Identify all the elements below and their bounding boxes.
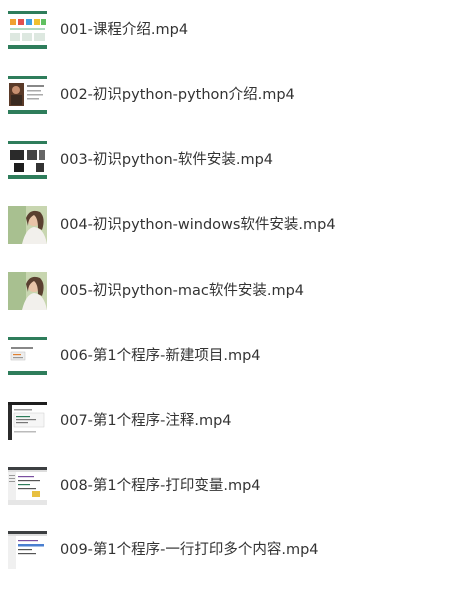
video-thumbnail-slide-green-bar — [8, 337, 47, 375]
file-name: 004-初识python-windows软件安装.mp4 — [60, 217, 336, 233]
file-item-001[interactable]: 001-课程介绍.mp4 — [0, 11, 469, 71]
file-name: 006-第1个程序-新建项目.mp4 — [60, 348, 261, 364]
video-thumbnail-screen-editor-dark — [8, 402, 47, 440]
video-thumbnail-photo-person — [8, 206, 47, 244]
file-item-006[interactable]: 006-第1个程序-新建项目.mp4 — [0, 337, 469, 397]
file-item-002[interactable]: 002-初识python-python介绍.mp4 — [0, 76, 469, 136]
file-item-004[interactable]: 004-初识python-windows软件安装.mp4 — [0, 206, 469, 266]
file-item-007[interactable]: 007-第1个程序-注释.mp4 — [0, 402, 469, 462]
video-thumbnail-screen-editor-light — [8, 467, 47, 505]
file-item-005[interactable]: 005-初识python-mac软件安装.mp4 — [0, 272, 469, 332]
file-name: 001-课程介绍.mp4 — [60, 22, 189, 38]
file-name: 009-第1个程序-一行打印多个内容.mp4 — [60, 542, 319, 558]
file-item-008[interactable]: 008-第1个程序-打印变量.mp4 — [0, 467, 469, 527]
video-thumbnail-photo-person — [8, 272, 47, 310]
file-name: 007-第1个程序-注释.mp4 — [60, 413, 232, 429]
file-name: 008-第1个程序-打印变量.mp4 — [60, 478, 261, 494]
file-name: 002-初识python-python介绍.mp4 — [60, 87, 295, 103]
video-thumbnail-slide-course-intro — [8, 11, 47, 49]
video-thumbnail-screen-editor-light — [8, 531, 47, 569]
video-thumbnail-slide-with-photo — [8, 76, 47, 114]
file-list: 001-课程介绍.mp4 002-初识python-python介绍.mp4 0… — [0, 0, 469, 569]
file-name: 005-初识python-mac软件安装.mp4 — [60, 283, 305, 299]
file-item-003[interactable]: 003-初识python-软件安装.mp4 — [0, 141, 469, 201]
file-item-009[interactable]: 009-第1个程序-一行打印多个内容.mp4 — [0, 531, 469, 591]
file-name: 003-初识python-软件安装.mp4 — [60, 152, 274, 168]
video-thumbnail-slide-dark-images — [8, 141, 47, 179]
